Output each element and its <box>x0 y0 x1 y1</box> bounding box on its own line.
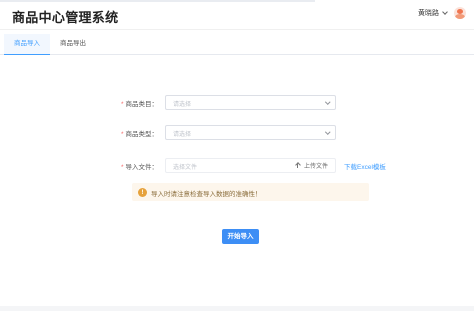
required-mark: * <box>120 130 124 138</box>
tab-bar: 商品导入 商品导出 <box>0 34 474 55</box>
file-input[interactable]: 选择文件 上传文件 <box>165 158 336 173</box>
page-bottom-strip <box>0 306 474 311</box>
tab-product-export[interactable]: 商品导出 <box>50 34 96 55</box>
upload-file-button[interactable]: 上传文件 <box>294 161 328 170</box>
app-title: 商品中心管理系统 <box>12 10 119 25</box>
user-name: 黄晓路 <box>418 10 439 17</box>
required-mark: * <box>120 163 124 171</box>
user-menu[interactable]: 黄晓路 <box>418 7 466 19</box>
avatar[interactable] <box>454 7 466 19</box>
app-header: 商品中心管理系统 黄晓路 <box>0 0 474 30</box>
warning-alert: ! 导入时请注意检查导入数据的准确性！ <box>132 183 369 201</box>
download-template-link[interactable]: 下载Excel模板 <box>344 161 386 171</box>
category-label: * 商品类目： <box>120 100 158 108</box>
upload-icon <box>294 162 302 170</box>
type-select[interactable]: 请选择 <box>165 125 336 140</box>
category-placeholder: 请选择 <box>173 102 192 108</box>
category-select[interactable]: 请选择 <box>165 95 336 110</box>
file-placeholder: 选择文件 <box>173 165 198 171</box>
required-mark: * <box>120 100 124 108</box>
tab-product-import[interactable]: 商品导入 <box>4 34 50 55</box>
warning-icon: ! <box>138 187 147 197</box>
header-top-accent <box>0 0 315 2</box>
upload-file-label: 上传文件 <box>303 164 328 170</box>
type-label: * 商品类型： <box>120 130 158 138</box>
start-import-button[interactable]: 开始导入 <box>222 229 259 244</box>
chevron-down-icon <box>442 9 448 15</box>
chevron-down-icon <box>324 99 330 105</box>
alert-text: 导入时请注意检查导入数据的准确性！ <box>151 191 262 198</box>
import-file-label: * 导入文件： <box>120 163 158 171</box>
chevron-down-icon <box>324 129 330 135</box>
type-placeholder: 请选择 <box>173 132 192 138</box>
